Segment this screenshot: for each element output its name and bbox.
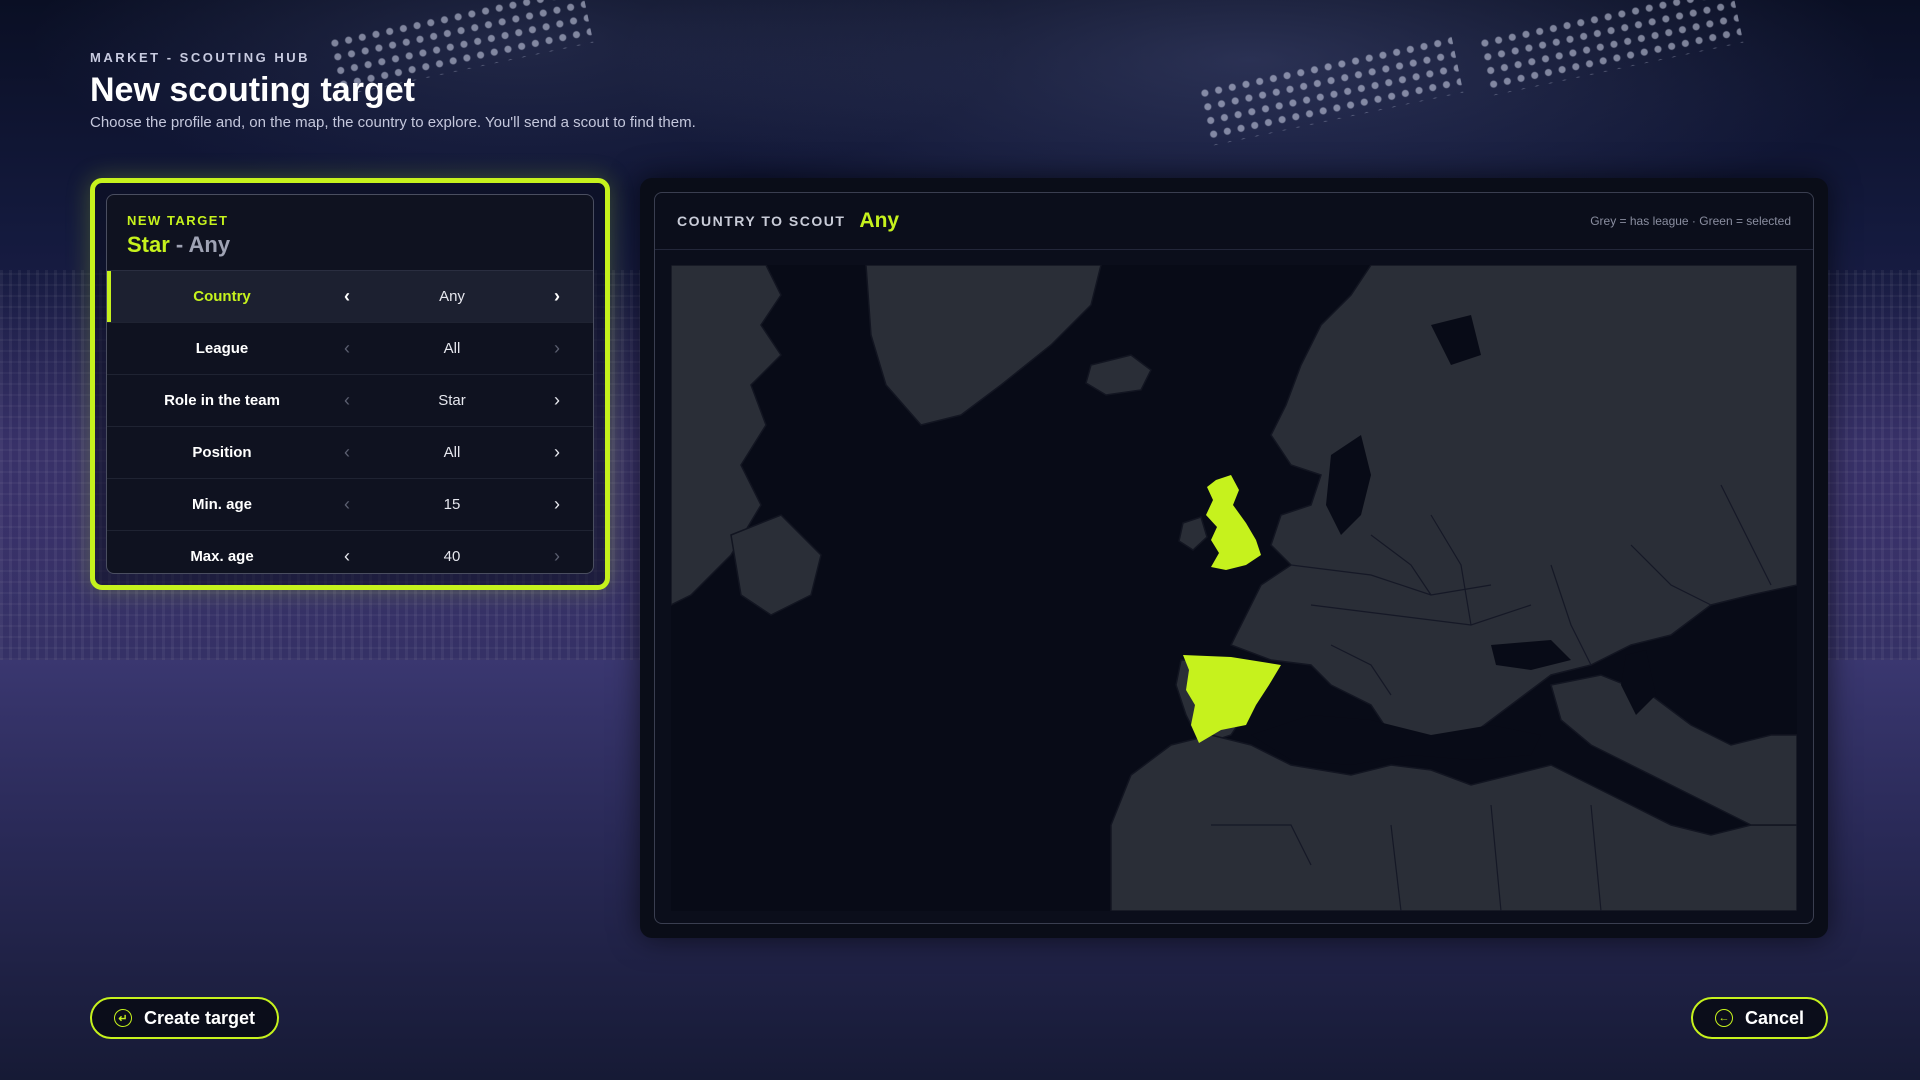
option-value: All xyxy=(443,444,461,461)
chevron-left-icon[interactable]: ‹ xyxy=(337,390,357,411)
world-map[interactable] xyxy=(671,265,1797,911)
form-header: NEW TARGET Star - Any xyxy=(107,195,593,271)
option-value: Star xyxy=(438,392,466,409)
page-title: New scouting target xyxy=(90,71,415,109)
country-map-panel: COUNTRY TO SCOUT Any Grey = has league ·… xyxy=(654,192,1814,924)
chevron-left-icon[interactable]: ‹ xyxy=(337,494,357,515)
cancel-label: Cancel xyxy=(1744,1007,1804,1028)
stadium-lights xyxy=(1476,0,1744,97)
chevron-right-icon[interactable]: › xyxy=(547,546,567,567)
back-arrow-icon: ← xyxy=(1714,1009,1733,1027)
option-label: League xyxy=(195,340,249,357)
cancel-button[interactable]: ← Cancel xyxy=(1690,997,1828,1039)
option-row-country[interactable]: Country ‹ Any › xyxy=(107,271,593,323)
form-title: Star - Any xyxy=(127,232,573,258)
create-target-label: Create target xyxy=(144,1007,256,1028)
option-label: Role in the team xyxy=(164,392,280,409)
map-label: COUNTRY TO SCOUT xyxy=(677,213,846,229)
chevron-right-icon[interactable]: › xyxy=(547,286,567,307)
breadcrumb: MARKET - SCOUTING HUB xyxy=(90,50,311,65)
option-row-max-age[interactable]: Max. age ‹ 40 › xyxy=(107,531,593,573)
target-form: NEW TARGET Star - Any Country ‹ Any › Le… xyxy=(106,194,594,574)
option-value: Any xyxy=(439,288,465,305)
selected-country: Any xyxy=(859,209,900,232)
page-subtitle: Choose the profile and, on the map, the … xyxy=(90,114,696,131)
form-title-country: - Any xyxy=(169,232,231,257)
target-form-card: NEW TARGET Star - Any Country ‹ Any › Le… xyxy=(90,178,610,590)
option-value: 40 xyxy=(443,548,461,565)
stadium-lights xyxy=(1196,33,1464,147)
chevron-left-icon[interactable]: ‹ xyxy=(337,286,357,307)
option-value: 15 xyxy=(443,496,461,513)
map-svg[interactable] xyxy=(671,265,1797,911)
form-title-role: Star xyxy=(127,232,170,257)
chevron-right-icon[interactable]: › xyxy=(547,494,567,515)
country-map-card: COUNTRY TO SCOUT Any Grey = has league ·… xyxy=(640,178,1828,938)
option-label: Country xyxy=(193,288,251,305)
form-eyebrow: NEW TARGET xyxy=(127,213,229,228)
enter-icon: ↵ xyxy=(114,1009,132,1027)
chevron-right-icon[interactable]: › xyxy=(547,338,567,359)
option-label: Max. age xyxy=(190,548,254,565)
chevron-right-icon[interactable]: › xyxy=(547,442,567,463)
chevron-right-icon[interactable]: › xyxy=(547,390,567,411)
map-legend: Grey = has league · Green = selected xyxy=(1590,214,1791,228)
page-header: MARKET - SCOUTING HUB New scouting targe… xyxy=(90,50,696,131)
chevron-left-icon[interactable]: ‹ xyxy=(337,338,357,359)
chevron-left-icon[interactable]: ‹ xyxy=(337,546,357,567)
option-label: Position xyxy=(192,444,252,461)
option-value: All xyxy=(443,340,461,357)
option-label: Min. age xyxy=(191,496,252,513)
option-row-role[interactable]: Role in the team ‹ Star › xyxy=(107,375,593,427)
option-row-league[interactable]: League ‹ All › xyxy=(107,323,593,375)
create-target-button[interactable]: ↵ Create target xyxy=(90,997,280,1039)
map-header: COUNTRY TO SCOUT Any Grey = has league ·… xyxy=(655,193,1813,250)
chevron-left-icon[interactable]: ‹ xyxy=(337,442,357,463)
option-row-position[interactable]: Position ‹ All › xyxy=(107,427,593,479)
option-row-min-age[interactable]: Min. age ‹ 15 › xyxy=(107,479,593,531)
